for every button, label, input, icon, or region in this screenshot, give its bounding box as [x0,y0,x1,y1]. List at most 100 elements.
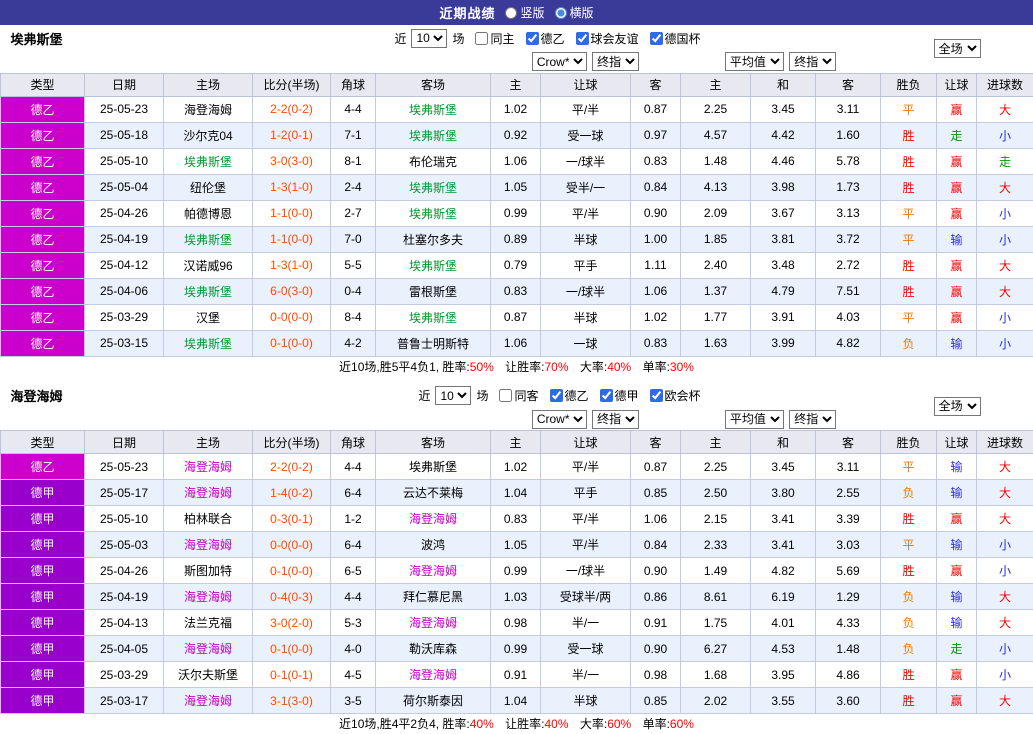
scope-select[interactable]: 全场 [934,397,981,416]
away-team[interactable]: 拜仁慕尼黑 [376,584,491,610]
score-link[interactable]: 0-1(0-0) [253,636,331,662]
match-date: 25-05-18 [85,122,164,148]
home-team[interactable]: 沃尔夫斯堡 [164,662,253,688]
score-link[interactable]: 1-1(0-0) [253,200,331,226]
score-link[interactable]: 0-4(0-3) [253,584,331,610]
away-team[interactable]: 云达不莱梅 [376,480,491,506]
home-team[interactable]: 埃弗斯堡 [164,148,253,174]
score-link[interactable]: 1-1(0-0) [253,226,331,252]
away-team[interactable]: 布伦瑞克 [376,148,491,174]
average-select[interactable]: 平均值 [725,410,784,429]
filter-league-1[interactable]: 德甲 [600,387,639,404]
euro-away-odds: 5.69 [816,558,881,584]
score-link[interactable]: 0-3(0-1) [253,506,331,532]
away-team[interactable]: 埃弗斯堡 [376,200,491,226]
score-link[interactable]: 0-0(0-0) [253,532,331,558]
score-link[interactable]: 1-2(0-1) [253,122,331,148]
away-team[interactable]: 埃弗斯堡 [376,252,491,278]
filter-german-cup[interactable]: 德国杯 [650,30,701,47]
bookmaker-select[interactable]: Crow* [532,410,587,429]
score-link[interactable]: 0-1(0-1) [253,662,331,688]
home-team[interactable]: 柏林联合 [164,506,253,532]
home-team[interactable]: 海登海姆 [164,480,253,506]
home-team[interactable]: 海登海姆 [164,636,253,662]
away-team[interactable]: 勒沃库森 [376,636,491,662]
average-select[interactable]: 平均值 [725,52,784,71]
horizontal-radio[interactable] [555,7,567,19]
conference-checkbox[interactable] [650,389,663,402]
same-venue-checkbox[interactable] [499,389,512,402]
away-team[interactable]: 埃弗斯堡 [376,454,491,480]
filter-same-venue[interactable]: 同客 [499,387,538,404]
score-link[interactable]: 3-0(3-0) [253,148,331,174]
away-team[interactable]: 荷尔斯泰因 [376,688,491,714]
home-team[interactable]: 埃弗斯堡 [164,330,253,356]
same-venue-checkbox[interactable] [475,32,488,45]
away-team[interactable]: 埃弗斯堡 [376,122,491,148]
filter-league-2[interactable]: 德乙 [550,387,589,404]
away-team[interactable]: 海登海姆 [376,506,491,532]
filter-same-venue[interactable]: 同主 [475,30,514,47]
home-team[interactable]: 汉诺威96 [164,252,253,278]
home-team[interactable]: 海登海姆 [164,688,253,714]
home-team[interactable]: 海登海姆 [164,532,253,558]
layout-horizontal-option[interactable]: 横版 [555,4,594,21]
home-team[interactable]: 海登海姆 [164,584,253,610]
match-count-select[interactable]: 10 [411,29,447,48]
league2-checkbox[interactable] [550,389,563,402]
friendly-checkbox[interactable] [576,32,589,45]
away-team[interactable]: 杜塞尔多夫 [376,226,491,252]
filter-conference-league[interactable]: 欧会杯 [650,387,701,404]
home-team[interactable]: 埃弗斯堡 [164,278,253,304]
vertical-radio[interactable] [505,7,517,19]
score-link[interactable]: 1-4(0-2) [253,480,331,506]
col-header-corner: 角球 [331,73,376,96]
home-team[interactable]: 法兰克福 [164,610,253,636]
away-team[interactable]: 埃弗斯堡 [376,304,491,330]
score-link[interactable]: 2-2(0-2) [253,96,331,122]
away-team[interactable]: 波鸿 [376,532,491,558]
home-team[interactable]: 帕德博恩 [164,200,253,226]
scope-select[interactable]: 全场 [934,39,981,58]
score-link[interactable]: 1-3(1-0) [253,252,331,278]
score-link[interactable]: 3-0(2-0) [253,610,331,636]
filter-league-2[interactable]: 德乙 [526,30,565,47]
away-team[interactable]: 海登海姆 [376,610,491,636]
cup-checkbox[interactable] [650,32,663,45]
final-odds-select[interactable]: 终指 [592,52,639,71]
score-link[interactable]: 0-1(0-0) [253,558,331,584]
home-team[interactable]: 汉堡 [164,304,253,330]
away-team[interactable]: 埃弗斯堡 [376,174,491,200]
final-odds-select[interactable]: 终指 [789,410,836,429]
score-link[interactable]: 3-1(3-0) [253,688,331,714]
euro-draw-odds: 3.95 [751,662,816,688]
home-team[interactable]: 沙尔克04 [164,122,253,148]
home-team[interactable]: 海登海姆 [164,454,253,480]
score-link[interactable]: 6-0(3-0) [253,278,331,304]
league2-checkbox[interactable] [526,32,539,45]
home-team[interactable]: 海登海姆 [164,96,253,122]
layout-vertical-option[interactable]: 竖版 [505,4,544,21]
asian-away-odds: 1.06 [631,278,681,304]
match-date: 25-05-17 [85,480,164,506]
bookmaker-select[interactable]: Crow* [532,52,587,71]
home-team[interactable]: 埃弗斯堡 [164,226,253,252]
score-link[interactable]: 0-0(0-0) [253,304,331,330]
away-team[interactable]: 海登海姆 [376,558,491,584]
away-team[interactable]: 埃弗斯堡 [376,96,491,122]
asian-handicap-line: 平手 [541,252,631,278]
score-link[interactable]: 1-3(1-0) [253,174,331,200]
score-link[interactable]: 0-1(0-0) [253,330,331,356]
league1-checkbox[interactable] [600,389,613,402]
away-team[interactable]: 普鲁士明斯特 [376,330,491,356]
final-odds-select[interactable]: 终指 [789,52,836,71]
match-count-select[interactable]: 10 [435,386,471,405]
away-team[interactable]: 海登海姆 [376,662,491,688]
score-link[interactable]: 2-2(0-2) [253,454,331,480]
home-team[interactable]: 斯图加特 [164,558,253,584]
filter-club-friendly[interactable]: 球会友谊 [576,30,639,47]
away-team[interactable]: 雷根斯堡 [376,278,491,304]
final-odds-select[interactable]: 终指 [592,410,639,429]
match-row: 德乙 25-05-23 海登海姆 2-2(0-2) 4-4 埃弗斯堡 1.02 … [1,96,1033,122]
home-team[interactable]: 纽伦堡 [164,174,253,200]
